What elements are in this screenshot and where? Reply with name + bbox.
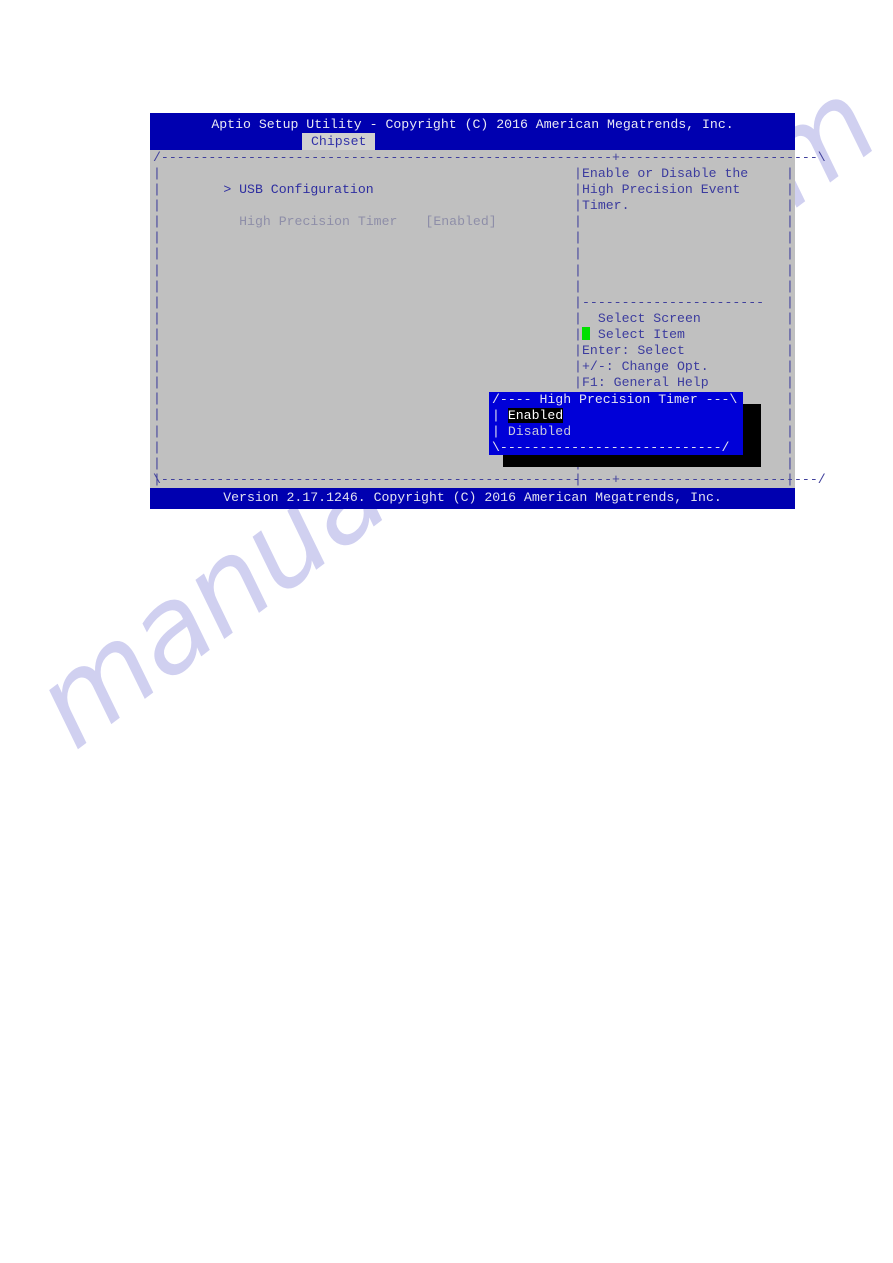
high-precision-timer-popup: /---- High Precision Timer ---\ | Enable… xyxy=(489,392,743,455)
help-nav-row-0[interactable]: Select Screen xyxy=(582,311,787,327)
help-nav-label-3: +/-: Change Opt. xyxy=(582,359,709,375)
help-nav-label-2: Enter: Select xyxy=(582,343,685,359)
popup-bottom-border: \----------------------------/ xyxy=(492,440,730,456)
page-watermark: manualshive.com xyxy=(8,54,893,970)
help-description-line-2: High Precision Event xyxy=(582,182,741,198)
popup-row-border-left-2: | xyxy=(492,424,508,440)
popup-option-disabled[interactable]: Disabled xyxy=(508,424,571,439)
help-nav-row-2[interactable]: Enter: Select xyxy=(582,343,787,359)
help-nav-row-4[interactable]: F1: General Help xyxy=(582,375,787,391)
help-nav-row-1[interactable]: Select Item xyxy=(582,326,787,343)
bios-setup-screen: Aptio Setup Utility - Copyright (C) 2016… xyxy=(150,113,826,509)
arrow-left-right-icon xyxy=(582,311,590,324)
bios-footer-bar: Version 2.17.1246. Copyright (C) 2016 Am… xyxy=(150,488,795,509)
help-separator: ----------------------- xyxy=(582,294,765,310)
popup-option-enabled[interactable]: Enabled xyxy=(507,408,564,424)
popup-option-row-enabled[interactable]: | Enabled xyxy=(489,408,743,424)
help-spacer-1 xyxy=(582,214,787,230)
frame-right-border: | | | | | | | | | | | | | | | | | | | | xyxy=(786,166,794,487)
help-nav-label-0: Select Screen xyxy=(590,310,701,326)
popup-title-border: /---- High Precision Timer ---\ xyxy=(492,392,738,407)
help-spacer-3 xyxy=(582,246,787,262)
settings-row-usb-configuration[interactable]: > USB Configuration xyxy=(160,166,580,197)
popup-option-row-disabled[interactable]: | Disabled xyxy=(489,424,743,440)
bios-tab-strip: Chipset xyxy=(150,133,795,150)
help-spacer-5 xyxy=(582,279,787,295)
submenu-link-usb-configuration[interactable]: > USB Configuration xyxy=(223,182,373,197)
help-spacer-4 xyxy=(582,263,787,279)
popup-row-border-left: | xyxy=(492,408,508,424)
help-nav-label-1: Select Item xyxy=(590,326,685,342)
help-description-line-1: Enable or Disable the xyxy=(582,166,749,181)
arrow-up-down-icon xyxy=(582,326,590,340)
frame-top-border: /---------------------------------------… xyxy=(153,150,826,165)
tab-chipset[interactable]: Chipset xyxy=(302,133,376,150)
settings-pane: > USB Configuration High Precision Timer… xyxy=(160,166,580,229)
page-title: Aptio Setup Utility - Copyright (C) 2016… xyxy=(211,117,734,132)
footer-version-text: Version 2.17.1246. Copyright (C) 2016 Am… xyxy=(223,490,722,505)
help-description-line-3: Timer. xyxy=(582,198,630,214)
help-spacer-2 xyxy=(582,230,787,246)
setting-label-high-precision-timer: High Precision Timer xyxy=(223,214,398,230)
setting-value-high-precision-timer[interactable]: [Enabled] xyxy=(397,214,496,229)
settings-row-high-precision-timer[interactable]: High Precision Timer [Enabled] xyxy=(160,198,580,229)
help-nav-label-4: F1: General Help xyxy=(582,375,709,391)
frame-bottom-border: \---------------------------------------… xyxy=(153,472,826,487)
help-nav-row-3[interactable]: +/-: Change Opt. xyxy=(582,359,787,375)
